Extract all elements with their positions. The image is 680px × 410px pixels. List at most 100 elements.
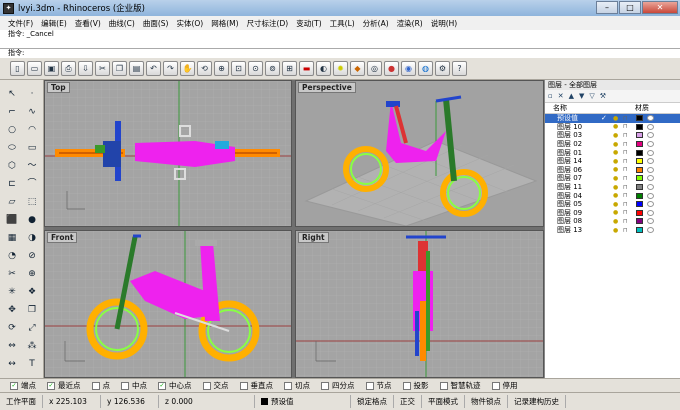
lock-icon[interactable]: ⊓ [623, 166, 633, 173]
lock-icon[interactable]: ⊓ [623, 115, 633, 122]
point-icon[interactable]: · [24, 86, 40, 102]
minimize-button[interactable]: – [596, 1, 618, 14]
dimension-icon[interactable]: ↔ [4, 356, 20, 372]
lock-icon[interactable]: ⊓ [623, 209, 633, 216]
layer-color-swatch[interactable] [636, 192, 643, 199]
visibility-bulb-icon[interactable]: ● [613, 192, 623, 199]
osnap-item[interactable]: 投影 [402, 380, 429, 391]
osnap-checkbox[interactable] [121, 381, 129, 390]
status-current-layer[interactable]: 预设值 [255, 395, 351, 408]
layer-color-swatch[interactable] [636, 175, 643, 182]
status-planar[interactable]: 平面模式 [422, 395, 465, 408]
display-mode-icon[interactable]: ◐ [316, 61, 331, 76]
visibility-bulb-icon[interactable]: ● [613, 209, 623, 216]
viewport-label-top[interactable]: Top [47, 82, 70, 93]
osnap-item[interactable]: ✓ 最近点 [47, 380, 81, 391]
layer-color-swatch[interactable] [636, 184, 643, 191]
select-arrow-icon[interactable]: ↖ [4, 86, 20, 102]
visibility-bulb-icon[interactable]: ● [613, 218, 623, 225]
lock-icon[interactable]: ⊓ [623, 149, 633, 156]
visibility-bulb-icon[interactable]: ● [613, 158, 623, 165]
osnap-checkbox[interactable]: ✓ [10, 381, 18, 390]
globe-icon[interactable]: ◍ [418, 61, 433, 76]
layer-material-swatch[interactable] [647, 209, 654, 216]
viewport-label-right[interactable]: Right [298, 232, 329, 243]
osnap-checkbox[interactable] [402, 381, 411, 390]
viewport-right[interactable]: Right [295, 230, 544, 378]
osnap-item[interactable]: 垂直点 [239, 380, 273, 391]
osnap-checkbox[interactable] [321, 381, 329, 390]
sphere-icon[interactable]: ● [24, 212, 40, 228]
save-icon[interactable]: ▣ [44, 61, 59, 76]
osnap-checkbox[interactable] [91, 381, 100, 390]
zoom-icon[interactable]: ⊕ [214, 61, 229, 76]
render-car-icon[interactable]: ▬ [299, 61, 314, 76]
layer-color-swatch[interactable] [636, 132, 643, 139]
layer-material-swatch[interactable] [647, 184, 654, 191]
osnap-item[interactable]: 点 [91, 380, 110, 391]
extrude-icon[interactable]: ⬚ [24, 194, 40, 210]
maximize-button[interactable]: □ [619, 1, 641, 14]
visibility-bulb-icon[interactable]: ● [613, 115, 623, 122]
rendered-icon[interactable]: ◉ [401, 61, 416, 76]
layer-color-swatch[interactable] [636, 149, 643, 156]
polygon-icon[interactable]: ⬡ [4, 158, 20, 174]
layer-material-swatch[interactable] [647, 192, 654, 199]
osnap-item[interactable]: 中点 [121, 380, 147, 391]
status-ortho[interactable]: 正交 [394, 395, 422, 408]
options-icon[interactable]: ⚙ [435, 61, 450, 76]
layer-color-swatch[interactable] [636, 123, 643, 130]
layer-color-swatch[interactable] [636, 115, 643, 122]
delete-layer-icon[interactable]: ✕ [558, 92, 564, 100]
layer-material-swatch[interactable] [647, 201, 654, 208]
status-cplane[interactable]: 工作平面 [0, 395, 43, 408]
layer-color-swatch[interactable] [636, 209, 643, 216]
layer-color-swatch[interactable] [636, 158, 643, 165]
offset-curve-icon[interactable]: ⊏ [4, 176, 20, 192]
layer-color-swatch[interactable] [636, 166, 643, 173]
layer-tools-icon[interactable]: ⚒ [600, 92, 606, 100]
command-input[interactable]: 指令: [0, 48, 680, 58]
freeform-icon[interactable]: 〜 [24, 158, 40, 174]
visibility-bulb-icon[interactable]: ● [613, 123, 623, 130]
osnap-checkbox[interactable] [239, 381, 248, 390]
help-icon[interactable]: ? [452, 61, 467, 76]
osnap-checkbox[interactable] [284, 381, 292, 390]
text-icon[interactable]: T [24, 356, 40, 372]
explode-icon[interactable]: ✳ [4, 284, 20, 300]
box-icon[interactable]: ⬛ [4, 212, 20, 228]
visibility-bulb-icon[interactable]: ● [613, 175, 623, 182]
menu-tools[interactable]: 工具(L) [326, 18, 359, 29]
lock-icon[interactable]: ⊓ [623, 201, 633, 208]
join-icon[interactable]: ⊕ [24, 266, 40, 282]
status-osnap[interactable]: 物件锁点 [465, 395, 508, 408]
osnap-item[interactable]: 四分点 [321, 380, 355, 391]
zoom-window-icon[interactable]: ⊡ [231, 61, 246, 76]
layer-color-swatch[interactable] [636, 227, 643, 234]
lock-icon[interactable]: ⊓ [623, 192, 633, 199]
osnap-checkbox[interactable] [491, 381, 500, 390]
status-grid-snap[interactable]: 锁定格点 [351, 395, 394, 408]
osnap-item[interactable]: 停用 [491, 380, 518, 391]
layer-color-swatch[interactable] [636, 201, 643, 208]
osnap-item[interactable]: ✓ 端点 [10, 380, 36, 391]
layer-color-swatch[interactable] [636, 218, 643, 225]
fillet-curve-icon[interactable]: ⌒ [24, 176, 40, 192]
viewport-label-front[interactable]: Front [47, 232, 78, 243]
menu-analyze[interactable]: 分析(A) [359, 18, 393, 29]
menu-render[interactable]: 渲染(R) [393, 18, 427, 29]
material-icon[interactable]: ◆ [350, 61, 365, 76]
scale-icon[interactable]: ⤢ [24, 320, 40, 336]
layer-material-swatch[interactable] [647, 141, 654, 148]
redo-icon[interactable]: ↷ [163, 61, 178, 76]
menu-transform[interactable]: 变动(T) [292, 18, 325, 29]
viewport-label-perspective[interactable]: Perspective [298, 82, 356, 93]
arc-icon[interactable]: ◠ [24, 122, 40, 138]
layer-material-swatch[interactable] [647, 227, 654, 234]
osnap-checkbox[interactable] [365, 381, 374, 390]
lock-icon[interactable]: ⊓ [623, 184, 633, 191]
menu-curve[interactable]: 曲线(C) [105, 18, 139, 29]
lock-icon[interactable]: ⊓ [623, 218, 633, 225]
layer-material-swatch[interactable] [647, 175, 654, 182]
filter-icon[interactable]: ▽ [589, 92, 594, 100]
